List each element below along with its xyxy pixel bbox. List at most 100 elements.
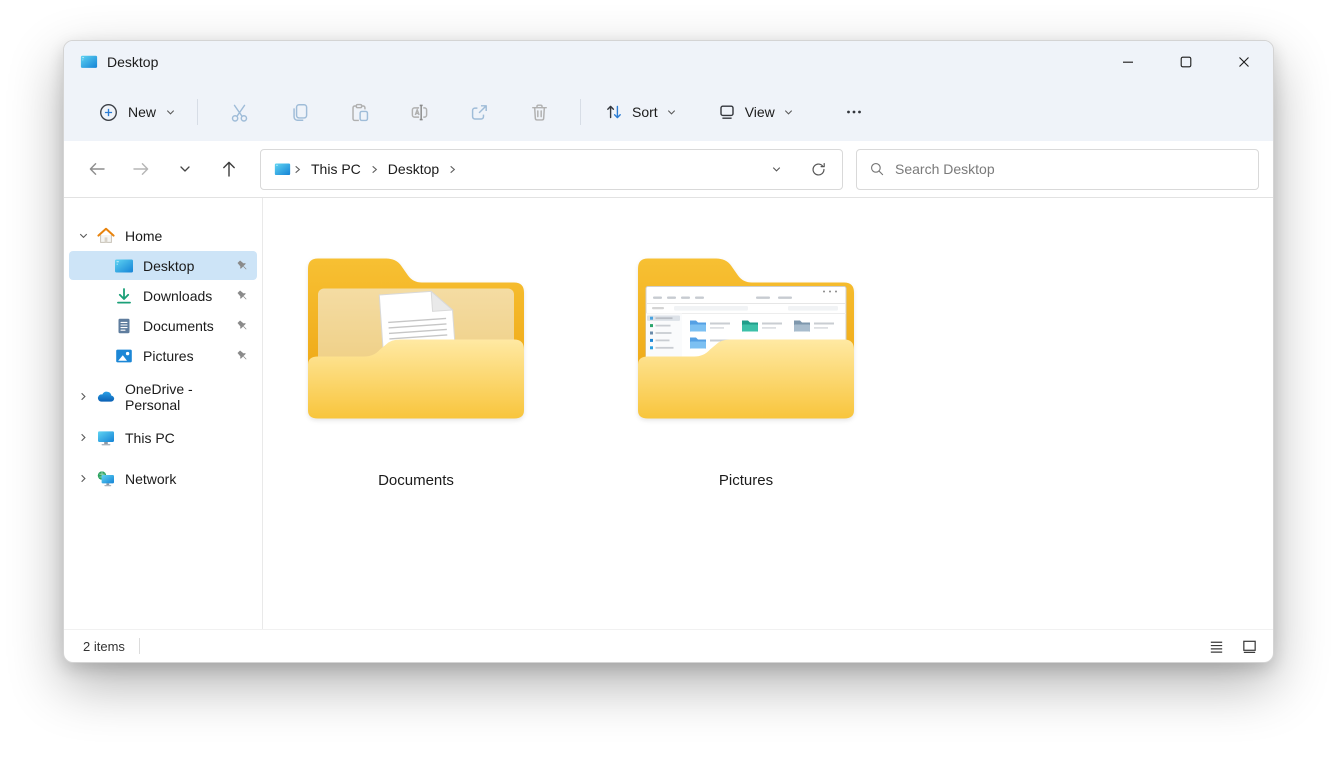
sidebar-item-documents[interactable]: Documents — [69, 311, 257, 340]
item-count: 2 items — [83, 639, 125, 654]
large-icons-view-icon — [1241, 638, 1258, 655]
view-button-label: View — [745, 104, 775, 120]
recent-chevron-icon — [178, 162, 192, 176]
sidebar-item-onedrive[interactable]: OneDrive - Personal — [69, 382, 257, 411]
desktop-icon — [114, 256, 134, 276]
sidebar-item-this-pc[interactable]: This PC — [69, 423, 257, 452]
copy-button[interactable] — [269, 92, 329, 132]
sidebar-item-home[interactable]: Home — [69, 221, 257, 250]
file-explorer-window: Desktop — [63, 40, 1274, 663]
sidebar-item-network[interactable]: Network — [69, 464, 257, 493]
pin-icon — [235, 258, 250, 273]
file-item-pictures[interactable]: Pictures — [636, 252, 856, 489]
sidebar-item-label: Home — [125, 228, 162, 244]
command-toolbar: New — [64, 83, 1273, 141]
sort-arrows-icon — [604, 102, 624, 122]
address-chevron-icon — [770, 163, 783, 176]
search-box[interactable] — [856, 149, 1259, 190]
documents-icon — [114, 316, 134, 336]
window-controls — [1099, 41, 1273, 83]
sidebar-item-label: OneDrive - Personal — [125, 381, 250, 413]
sidebar-item-pictures[interactable]: Pictures — [69, 341, 257, 370]
status-divider — [139, 638, 140, 654]
desktop-icon — [80, 53, 98, 71]
sidebar-item-label: Network — [125, 471, 176, 487]
search-input[interactable] — [895, 161, 1248, 177]
downloads-icon — [114, 286, 134, 306]
chevron-collapsed-icon[interactable] — [77, 390, 90, 403]
window-title: Desktop — [107, 54, 158, 70]
file-item-label: Pictures — [719, 472, 773, 489]
desktop-icon — [274, 161, 291, 178]
more-options-button[interactable] — [824, 92, 884, 132]
paste-button[interactable] — [329, 92, 389, 132]
sidebar-item-label: This PC — [125, 430, 175, 446]
breadcrumb-this-pc[interactable]: This PC — [304, 157, 368, 181]
delete-icon — [528, 101, 551, 124]
sidebar-item-label: Documents — [143, 318, 214, 334]
up-button[interactable] — [214, 154, 244, 184]
pin-icon — [235, 288, 250, 303]
file-item-label: Documents — [378, 472, 454, 489]
copy-icon — [288, 101, 311, 124]
address-dropdown-button[interactable] — [762, 155, 790, 183]
rename-icon — [408, 101, 431, 124]
cut-icon — [228, 101, 251, 124]
close-icon — [1236, 54, 1252, 70]
up-arrow-icon — [219, 159, 239, 179]
refresh-button[interactable] — [804, 155, 832, 183]
file-item-documents[interactable]: Documents — [306, 252, 526, 489]
plus-circle-icon — [98, 102, 119, 123]
close-button[interactable] — [1215, 41, 1273, 83]
forward-button[interactable] — [126, 154, 156, 184]
chevron-down-icon — [666, 107, 677, 118]
back-button[interactable] — [82, 154, 112, 184]
chevron-down-icon — [783, 107, 794, 118]
onedrive-cloud-icon — [96, 387, 116, 407]
chevron-down-icon — [165, 107, 176, 118]
sidebar-item-desktop[interactable]: Desktop — [69, 251, 257, 280]
maximize-button[interactable] — [1157, 41, 1215, 83]
details-view-icon — [1208, 638, 1225, 655]
chevron-expanded-icon[interactable] — [77, 229, 90, 242]
rename-button[interactable] — [389, 92, 449, 132]
folder-documents-icon — [306, 252, 526, 425]
share-icon — [468, 101, 491, 124]
cut-button[interactable] — [209, 92, 269, 132]
network-icon — [96, 469, 116, 489]
chevron-collapsed-icon[interactable] — [77, 472, 90, 485]
maximize-icon — [1178, 54, 1194, 70]
address-bar[interactable]: This PC Desktop — [260, 149, 843, 190]
navigation-bar: This PC Desktop — [64, 141, 1273, 198]
minimize-icon — [1120, 54, 1136, 70]
breadcrumb-desktop[interactable]: Desktop — [381, 157, 446, 181]
chevron-collapsed-icon[interactable] — [77, 431, 90, 444]
view-button[interactable]: View — [705, 96, 806, 128]
details-view-button[interactable] — [1204, 634, 1228, 658]
sort-button-label: Sort — [632, 104, 658, 120]
explorer-body: Home Desktop — [64, 198, 1273, 629]
sidebar-item-label: Pictures — [143, 348, 194, 364]
more-ellipsis-icon — [844, 102, 864, 122]
home-icon — [96, 226, 116, 246]
recent-locations-button[interactable] — [170, 154, 200, 184]
forward-arrow-icon — [131, 159, 151, 179]
large-icons-view-button[interactable] — [1237, 634, 1261, 658]
view-toggle-buttons — [1204, 634, 1261, 658]
pin-icon — [235, 348, 250, 363]
delete-button[interactable] — [509, 92, 569, 132]
new-button[interactable]: New — [88, 96, 186, 129]
minimize-button[interactable] — [1099, 41, 1157, 83]
navigation-pane: Home Desktop — [64, 198, 263, 629]
sidebar-item-label: Downloads — [143, 288, 212, 304]
title-bar: Desktop — [64, 41, 1273, 83]
back-arrow-icon — [87, 159, 107, 179]
new-button-label: New — [128, 104, 156, 120]
paste-icon — [348, 101, 371, 124]
sort-button[interactable]: Sort — [592, 96, 689, 128]
breadcrumb-chevron-icon — [293, 164, 302, 175]
breadcrumb-chevron-icon — [370, 164, 379, 175]
sidebar-item-downloads[interactable]: Downloads — [69, 281, 257, 310]
share-button[interactable] — [449, 92, 509, 132]
folder-pictures-icon — [636, 252, 856, 425]
